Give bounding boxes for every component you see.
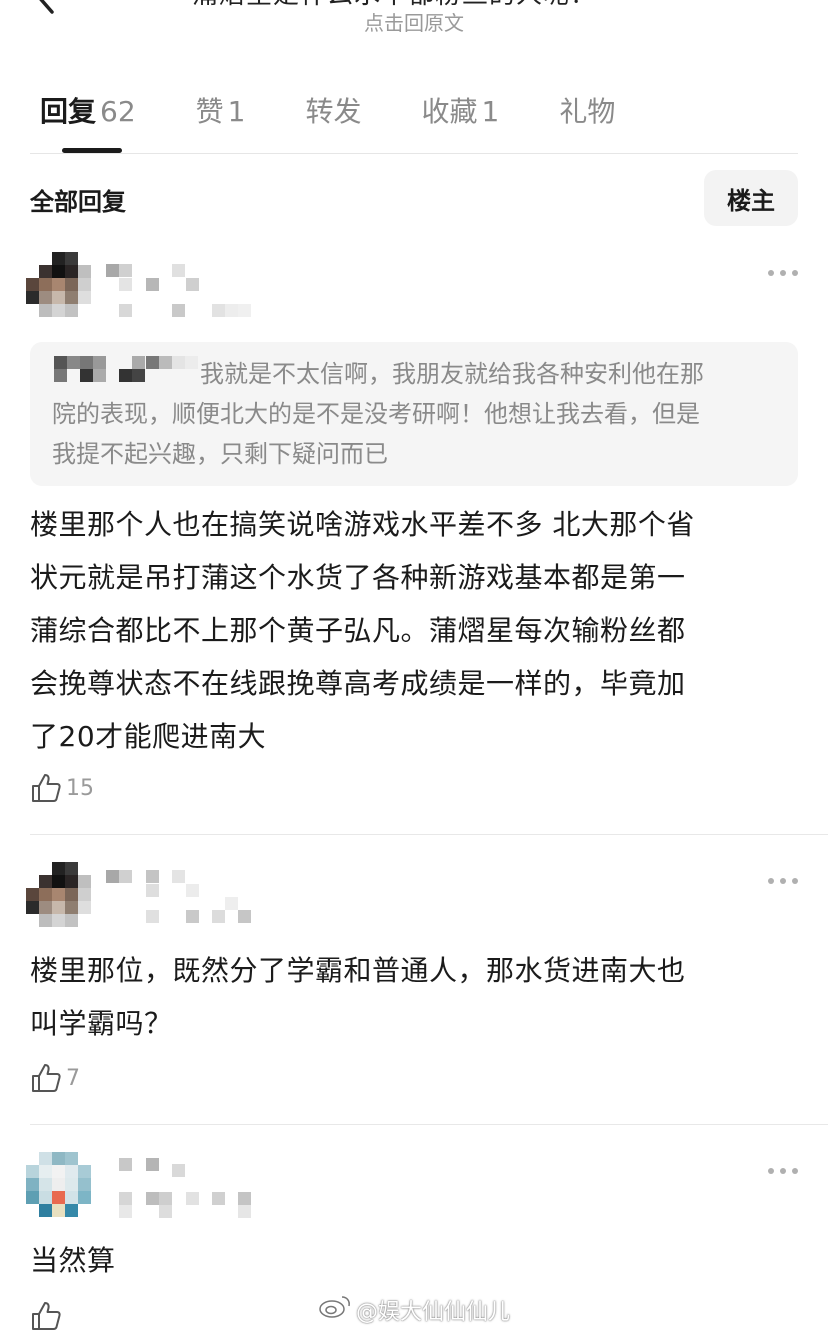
comment-body: 楼里那个人也在搞笑说啥游戏水平差不多 北大那个省 状元就是吊打蒲这个水货了各种新… xyxy=(30,498,800,763)
avatar[interactable] xyxy=(26,252,96,318)
back-to-original-link[interactable]: 点击回原文 xyxy=(0,7,828,36)
tab-replies[interactable]: 回复 62 xyxy=(40,90,136,130)
comment-line: 状元就是吊打蒲这个水货了各种新游戏基本都是第一 xyxy=(30,561,686,594)
quoted-text: 我就是不太信啊，我朋友就给我各种安利他在那 院的表现，顺便北大的是不是没考研啊！… xyxy=(52,354,782,474)
comment-line: 楼里那个人也在搞笑说啥游戏水平差不多 北大那个省 xyxy=(30,508,695,541)
comment-divider xyxy=(30,1124,828,1125)
tab-label: 赞 xyxy=(195,95,224,128)
comment-line: 会挽尊状态不在线跟挽尊高考成绩是一样的，毕竟加 xyxy=(30,667,686,700)
comment-line: 当然算 xyxy=(30,1244,116,1277)
comment-line: 叫学霸吗？ xyxy=(30,1007,173,1040)
quote-line: 院的表现，顺便北大的是不是没考研啊！他想让我去看，但是 xyxy=(52,400,700,428)
like-count: 15 xyxy=(66,776,94,801)
avatar[interactable] xyxy=(26,862,96,928)
comment-body: 当然算 xyxy=(30,1234,800,1287)
tab-count: 1 xyxy=(481,95,500,128)
username[interactable] xyxy=(106,870,266,928)
like-icon[interactable] xyxy=(30,772,62,804)
tab-likes[interactable]: 赞1 xyxy=(196,90,246,130)
more-icon[interactable] xyxy=(744,0,794,8)
more-icon[interactable] xyxy=(766,876,800,886)
all-replies-label: 全部回复 xyxy=(30,188,126,216)
quote-line: 我就是不太信啊，我朋友就给我各种安利他在那 xyxy=(200,360,704,388)
owner-only-button[interactable]: 楼主 xyxy=(704,170,798,226)
avatar[interactable] xyxy=(26,1152,96,1220)
comment-divider xyxy=(30,834,828,835)
comment-body: 楼里那位，既然分了学霸和普通人，那水货进南大也 叫学霸吗？ xyxy=(30,944,800,1050)
tab-label: 回复 xyxy=(40,95,97,128)
tab-label: 转发 xyxy=(305,95,362,128)
like-count: 7 xyxy=(66,1066,80,1091)
like-icon[interactable] xyxy=(30,1300,62,1332)
tab-bar: 回复 62 赞1 转发 收藏 1 礼物 xyxy=(40,90,675,130)
tab-label: 礼物 xyxy=(559,95,616,128)
tab-reposts[interactable]: 转发 xyxy=(306,90,362,130)
more-icon[interactable] xyxy=(766,268,800,278)
tab-count: 62 xyxy=(100,95,136,128)
more-icon[interactable] xyxy=(766,1166,800,1176)
comment-line: 了20才能爬进南大 xyxy=(30,720,267,753)
tab-count: 1 xyxy=(227,95,246,128)
quote-line: 我提不起兴趣，只剩下疑问而已 xyxy=(52,440,388,468)
username[interactable] xyxy=(106,264,266,320)
watermark: @娱大仙仙仙儿 xyxy=(356,1300,511,1325)
tab-label: 收藏 xyxy=(421,95,478,128)
comment-line: 楼里那位，既然分了学霸和普通人，那水货进南大也 xyxy=(30,954,686,987)
weibo-icon xyxy=(319,1296,350,1318)
comment-line: 蒲综合都比不上那个黄子弘凡。蒲熠星每次输粉丝都 xyxy=(30,614,686,647)
tabs-divider xyxy=(30,153,798,154)
tab-gifts[interactable]: 礼物 xyxy=(559,90,615,130)
tab-favorites[interactable]: 收藏 1 xyxy=(422,90,500,130)
like-icon[interactable] xyxy=(30,1062,62,1094)
username[interactable] xyxy=(106,1158,266,1220)
